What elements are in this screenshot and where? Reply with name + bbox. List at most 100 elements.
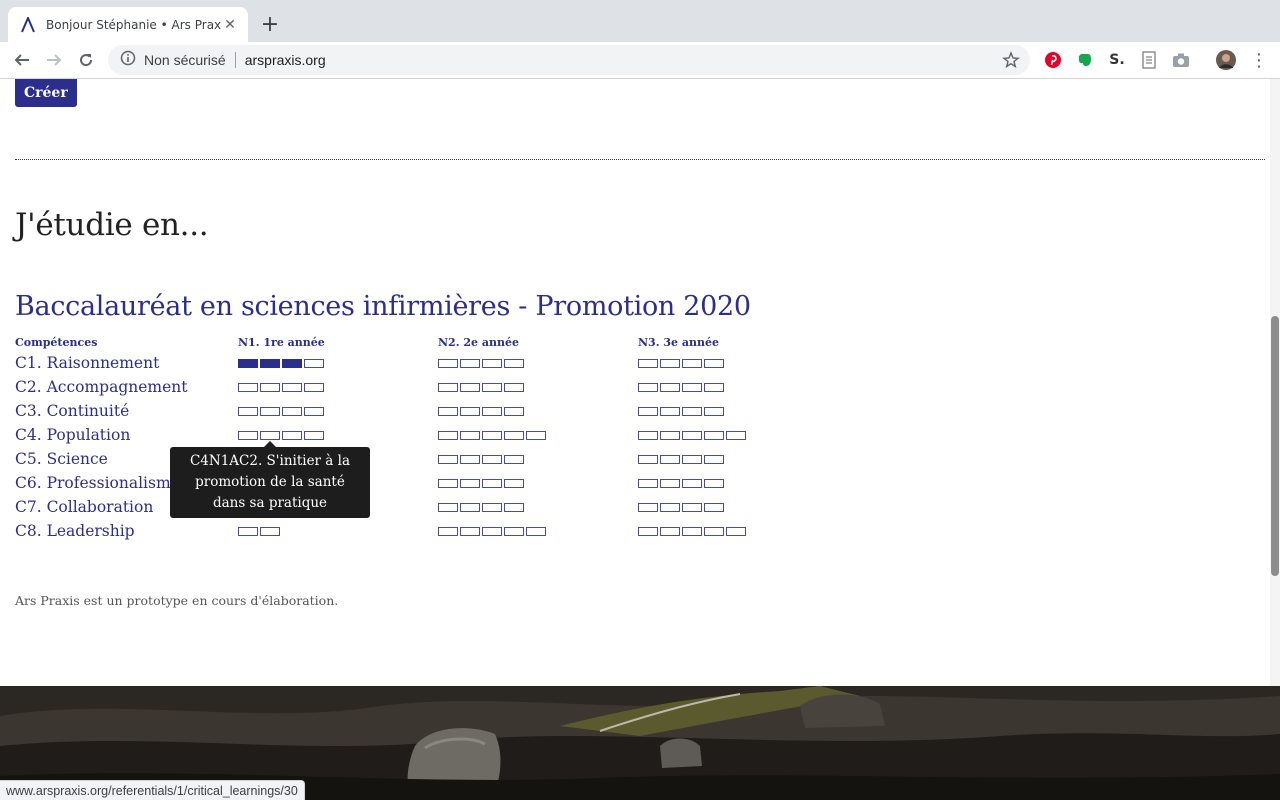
learning-cell[interactable] bbox=[482, 431, 502, 440]
learning-cell[interactable] bbox=[238, 431, 258, 440]
learning-cell[interactable] bbox=[704, 479, 724, 488]
bookmark-star-icon[interactable] bbox=[1002, 51, 1020, 69]
learning-cell[interactable] bbox=[438, 527, 458, 536]
learning-cell[interactable] bbox=[726, 431, 746, 440]
camera-icon[interactable] bbox=[1172, 51, 1190, 69]
competence-label[interactable]: C5. Science bbox=[15, 450, 108, 468]
new-tab-icon[interactable]: + bbox=[258, 13, 282, 37]
learning-cell[interactable] bbox=[704, 455, 724, 464]
learning-cell[interactable] bbox=[504, 527, 524, 536]
learning-cell[interactable] bbox=[704, 503, 724, 512]
learning-cell[interactable] bbox=[460, 479, 480, 488]
learning-cell[interactable] bbox=[482, 503, 502, 512]
learning-cell[interactable] bbox=[638, 407, 658, 416]
learning-cell[interactable] bbox=[504, 431, 524, 440]
create-button[interactable]: Créer bbox=[15, 79, 77, 107]
learning-cell[interactable] bbox=[660, 455, 680, 464]
learning-cell[interactable] bbox=[682, 431, 702, 440]
learning-cell[interactable] bbox=[260, 407, 280, 416]
learning-cell[interactable] bbox=[438, 383, 458, 392]
url-text[interactable]: arspraxis.org bbox=[245, 52, 326, 68]
learning-cell[interactable] bbox=[238, 383, 258, 392]
learning-cell[interactable] bbox=[726, 527, 746, 536]
learning-cell[interactable] bbox=[482, 359, 502, 368]
learning-cell[interactable] bbox=[238, 359, 258, 368]
learning-cell[interactable] bbox=[482, 527, 502, 536]
learning-cell[interactable] bbox=[304, 359, 324, 368]
learning-cell[interactable] bbox=[660, 431, 680, 440]
learning-cell[interactable] bbox=[660, 503, 680, 512]
program-title[interactable]: Baccalauréat en sciences infirmières - P… bbox=[15, 291, 751, 322]
learning-cell[interactable] bbox=[260, 359, 280, 368]
sumo-icon[interactable]: S. bbox=[1108, 51, 1126, 69]
learning-cell[interactable] bbox=[438, 431, 458, 440]
learning-cell[interactable] bbox=[482, 383, 502, 392]
learning-cell[interactable] bbox=[438, 455, 458, 464]
learning-cell[interactable] bbox=[238, 527, 258, 536]
learning-cell[interactable] bbox=[282, 359, 302, 368]
learning-cell[interactable] bbox=[482, 455, 502, 464]
learning-cell[interactable] bbox=[526, 527, 546, 536]
learning-cell[interactable] bbox=[304, 431, 324, 440]
learning-cell[interactable] bbox=[660, 359, 680, 368]
learning-cell[interactable] bbox=[704, 383, 724, 392]
learning-cell[interactable] bbox=[638, 383, 658, 392]
learning-cell[interactable] bbox=[238, 407, 258, 416]
learning-cell[interactable] bbox=[504, 359, 524, 368]
learning-cell[interactable] bbox=[438, 479, 458, 488]
learning-cell[interactable] bbox=[682, 479, 702, 488]
learning-cell[interactable] bbox=[638, 359, 658, 368]
learning-cell[interactable] bbox=[660, 527, 680, 536]
competence-label[interactable]: C7. Collaboration bbox=[15, 498, 153, 516]
learning-cell[interactable] bbox=[504, 407, 524, 416]
learning-cell[interactable] bbox=[460, 359, 480, 368]
learning-cell[interactable] bbox=[638, 527, 658, 536]
reload-icon[interactable] bbox=[74, 48, 98, 72]
evernote-icon[interactable] bbox=[1076, 51, 1094, 69]
address-bar[interactable]: Non sécurisé arspraxis.org bbox=[108, 45, 1030, 75]
info-icon[interactable] bbox=[120, 50, 136, 70]
learning-cell[interactable] bbox=[282, 431, 302, 440]
forward-icon[interactable] bbox=[42, 48, 66, 72]
learning-cell[interactable] bbox=[282, 383, 302, 392]
learning-cell[interactable] bbox=[504, 383, 524, 392]
learning-cell[interactable] bbox=[526, 431, 546, 440]
tab-close-icon[interactable]: ✕ bbox=[222, 17, 238, 33]
competence-label[interactable]: C1. Raisonnement bbox=[15, 354, 159, 372]
pinterest-icon[interactable] bbox=[1044, 51, 1062, 69]
learning-cell[interactable] bbox=[482, 479, 502, 488]
learning-cell[interactable] bbox=[282, 407, 302, 416]
learning-cell[interactable] bbox=[704, 431, 724, 440]
competence-label[interactable]: C2. Accompagnement bbox=[15, 378, 187, 396]
learning-cell-hovered[interactable] bbox=[260, 431, 280, 440]
learning-cell[interactable] bbox=[460, 407, 480, 416]
learning-cell[interactable] bbox=[682, 407, 702, 416]
learning-cell[interactable] bbox=[504, 479, 524, 488]
learning-cell[interactable] bbox=[304, 407, 324, 416]
learning-cell[interactable] bbox=[638, 431, 658, 440]
learning-cell[interactable] bbox=[304, 383, 324, 392]
learning-cell[interactable] bbox=[704, 359, 724, 368]
learning-cell[interactable] bbox=[660, 383, 680, 392]
back-icon[interactable] bbox=[10, 48, 34, 72]
learning-cell[interactable] bbox=[460, 455, 480, 464]
learning-cell[interactable] bbox=[438, 503, 458, 512]
learning-cell[interactable] bbox=[660, 407, 680, 416]
learning-cell[interactable] bbox=[460, 431, 480, 440]
competence-label[interactable]: C6. Professionalisme bbox=[15, 474, 180, 492]
learning-cell[interactable] bbox=[260, 383, 280, 392]
document-icon[interactable] bbox=[1140, 51, 1158, 69]
browser-tab[interactable]: Bonjour Stéphanie • Ars Praxis ✕ bbox=[8, 7, 248, 42]
learning-cell[interactable] bbox=[260, 527, 280, 536]
learning-cell[interactable] bbox=[460, 527, 480, 536]
learning-cell[interactable] bbox=[504, 455, 524, 464]
learning-cell[interactable] bbox=[682, 527, 702, 536]
competence-label[interactable]: C8. Leadership bbox=[15, 522, 135, 540]
learning-cell[interactable] bbox=[638, 503, 658, 512]
competence-label[interactable]: C4. Population bbox=[15, 426, 130, 444]
learning-cell[interactable] bbox=[460, 383, 480, 392]
learning-cell[interactable] bbox=[682, 359, 702, 368]
profile-avatar[interactable] bbox=[1216, 50, 1236, 70]
learning-cell[interactable] bbox=[482, 407, 502, 416]
learning-cell[interactable] bbox=[504, 503, 524, 512]
